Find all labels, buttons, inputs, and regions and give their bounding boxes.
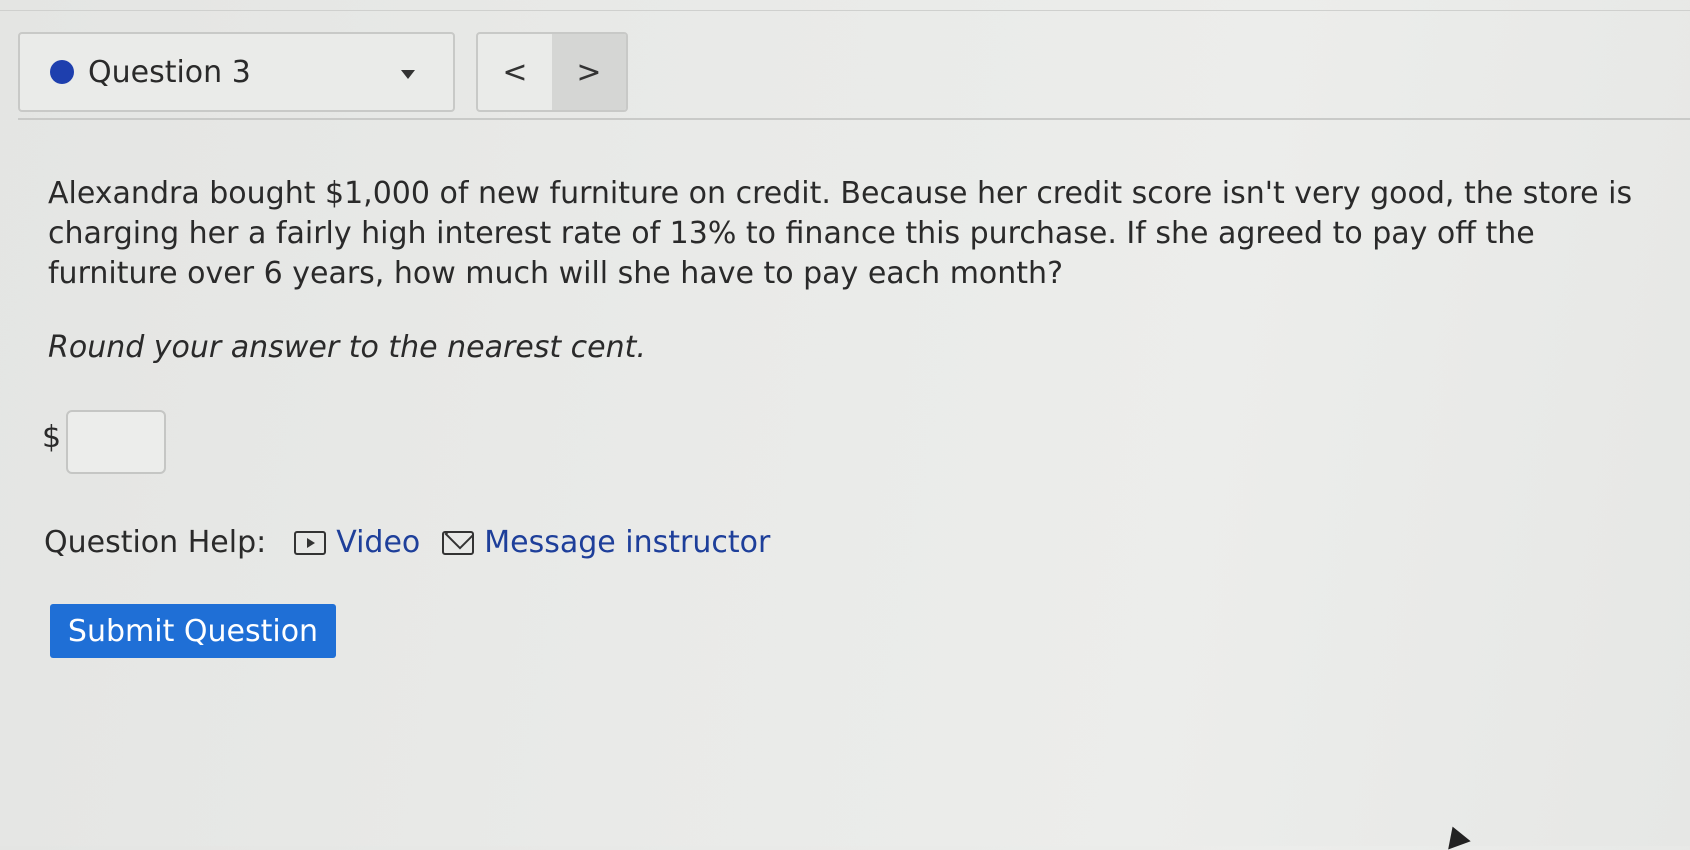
video-link-label: Video [336,525,421,560]
header-divider [18,118,1690,120]
question-selector[interactable]: Question 3 [18,32,455,112]
question-pager: < > [476,32,628,112]
message-link-label: Message instructor [484,525,771,560]
question-text: Alexandra bought $1,000 of new furniture… [48,176,1633,291]
mouse-cursor-icon [1441,822,1471,850]
currency-symbol: $ [42,420,62,455]
question-help-label: Question Help: [44,525,267,560]
envelope-icon [442,530,475,555]
question-help: Question Help: Video Message instructor [44,525,792,560]
answer-input[interactable] [66,410,166,474]
top-divider [0,10,1690,11]
question-status-dot [50,60,74,84]
video-help-link[interactable]: Video [294,525,420,560]
previous-question-button[interactable]: < [478,34,552,110]
rounding-instruction: Round your answer to the nearest cent. [48,330,646,365]
next-question-button[interactable]: > [552,34,626,110]
video-play-icon [294,530,327,555]
caret-down-icon [401,70,415,79]
submit-question-button[interactable]: Submit Question [50,604,336,658]
message-instructor-link[interactable]: Message instructor [442,525,770,560]
question-selector-label: Question 3 [88,54,251,90]
